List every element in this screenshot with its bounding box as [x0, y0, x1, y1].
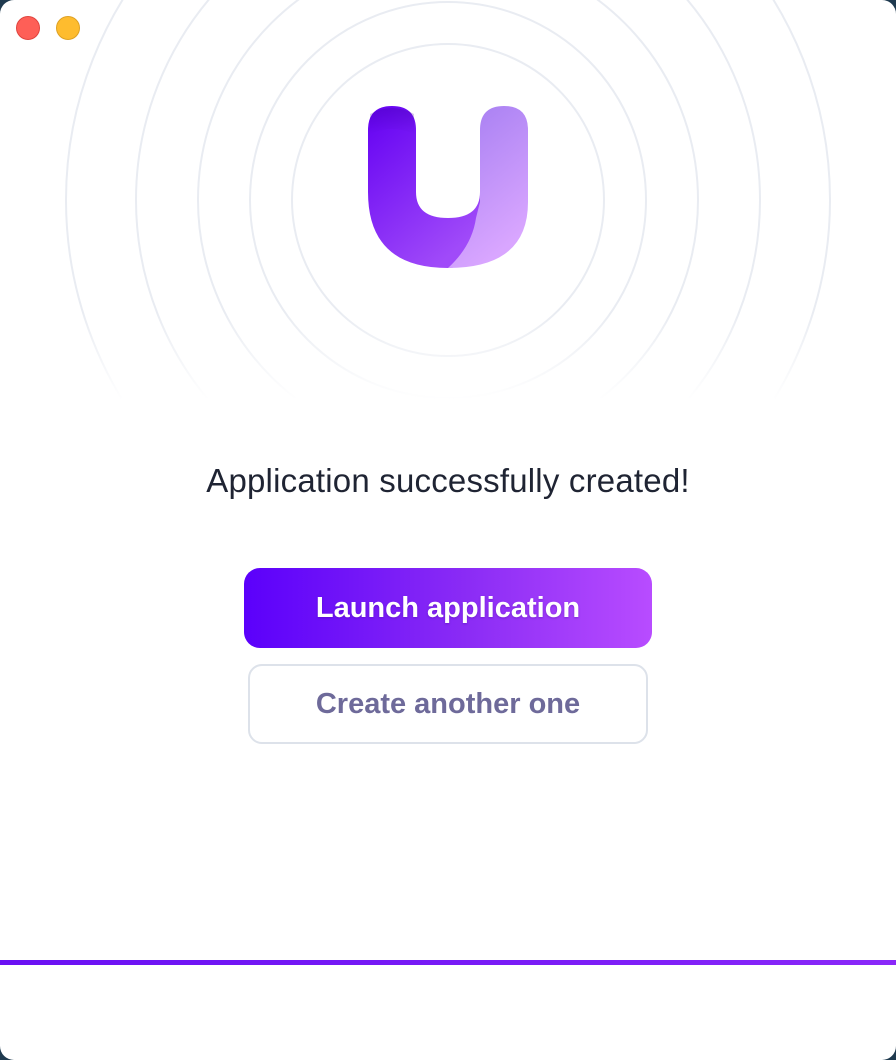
- window-controls: [16, 16, 80, 40]
- launch-application-button[interactable]: Launch application: [244, 568, 652, 648]
- minimize-window-button[interactable]: [56, 16, 80, 40]
- u-logo-icon: [368, 106, 528, 268]
- success-headline: Application successfully created!: [206, 462, 690, 499]
- close-window-button[interactable]: [16, 16, 40, 40]
- create-another-button[interactable]: Create another one: [248, 664, 648, 744]
- app-window: Application successfully created! Launch…: [0, 0, 896, 1060]
- progress-bar: [0, 960, 896, 965]
